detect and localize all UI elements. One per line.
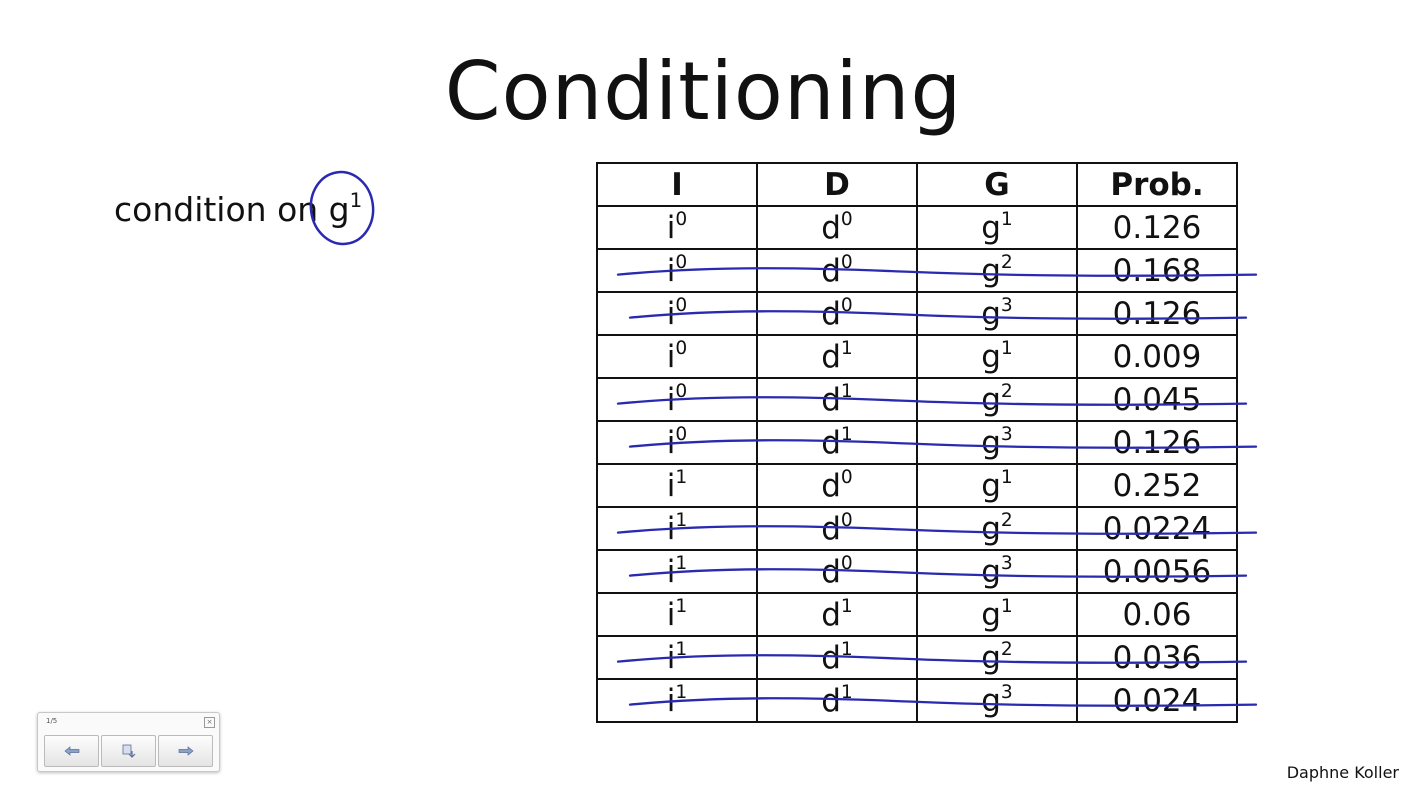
header-prob: Prob. [1076,162,1238,207]
cell-prob: 0.036 [1076,635,1238,680]
cell-g: g2 [916,377,1078,422]
cell-i: i0 [596,291,758,336]
cell-d: d0 [756,549,918,594]
cell-d: d0 [756,205,918,250]
cell-prob: 0.168 [1076,248,1238,293]
slide-player-widget: 1/5 × [37,712,220,772]
cell-i: i1 [596,592,758,637]
cell-g: g3 [916,549,1078,594]
cell-g: g1 [916,463,1078,508]
header-i: I [596,162,758,207]
cell-i: i1 [596,635,758,680]
cell-i: i0 [596,334,758,379]
cell-d: d1 [756,678,918,723]
cell-i: i0 [596,377,758,422]
cell-i: i0 [596,248,758,293]
cell-prob: 0.126 [1076,291,1238,336]
next-slide-button[interactable] [158,735,213,767]
cell-d: d0 [756,291,918,336]
table-row: i1 d1 g3 0.024 [596,678,1238,723]
cell-d: d0 [756,248,918,293]
cell-g: g3 [916,678,1078,723]
slide-title: Conditioning [444,45,963,138]
author-credit: Daphne Koller [1286,763,1399,782]
cell-prob: 0.009 [1076,334,1238,379]
cell-g: g2 [916,506,1078,551]
cell-prob: 0.0056 [1076,549,1238,594]
probability-table: I D G Prob. i0 d0 g1 0.126 i0 d0 g2 0.168 i0 d0 g3… [596,162,1238,723]
cell-g: g1 [916,592,1078,637]
cell-prob: 0.045 [1076,377,1238,422]
cell-d: d1 [756,334,918,379]
table-row: i0 d0 g1 0.126 [596,205,1238,250]
header-d: D [756,162,918,207]
cell-prob: 0.06 [1076,592,1238,637]
cell-d: d0 [756,506,918,551]
condition-note: condition on g1 [114,188,362,232]
cell-i: i1 [596,549,758,594]
cell-d: d0 [756,463,918,508]
table-row: i0 d0 g3 0.126 [596,291,1238,336]
table-header-row: I D G Prob. [596,162,1238,207]
table-row: i0 d1 g3 0.126 [596,420,1238,465]
prev-slide-button[interactable] [44,735,99,767]
cell-d: d1 [756,420,918,465]
cell-g: g1 [916,334,1078,379]
next-arrow-icon [178,746,194,756]
cell-g: g2 [916,248,1078,293]
slide-menu-icon [122,744,135,758]
table-row: i0 d1 g1 0.009 [596,334,1238,379]
cell-d: d1 [756,592,918,637]
table-row: i1 d0 g3 0.0056 [596,549,1238,594]
cell-i: i1 [596,678,758,723]
slide-counter: 1/5 [46,717,58,725]
cell-g: g3 [916,291,1078,336]
table-row: i1 d0 g2 0.0224 [596,506,1238,551]
table-row: i0 d0 g2 0.168 [596,248,1238,293]
table-row: i1 d1 g1 0.06 [596,592,1238,637]
table-row: i1 d0 g1 0.252 [596,463,1238,508]
cell-i: i0 [596,205,758,250]
cell-prob: 0.252 [1076,463,1238,508]
cell-prob: 0.024 [1076,678,1238,723]
cell-prob: 0.126 [1076,205,1238,250]
close-icon[interactable]: × [204,717,215,728]
cell-prob: 0.126 [1076,420,1238,465]
header-g: G [916,162,1078,207]
cell-i: i1 [596,463,758,508]
condition-variable: g1 [328,189,363,229]
cell-g: g3 [916,420,1078,465]
table-row: i1 d1 g2 0.036 [596,635,1238,680]
cell-i: i1 [596,506,758,551]
cell-g: g1 [916,205,1078,250]
cell-g: g2 [916,635,1078,680]
table-row: i0 d1 g2 0.045 [596,377,1238,422]
slide-menu-button[interactable] [101,735,156,767]
cell-d: d1 [756,635,918,680]
cell-d: d1 [756,377,918,422]
cell-i: i0 [596,420,758,465]
condition-text: condition on [114,190,329,229]
prev-arrow-icon [63,746,79,756]
cell-prob: 0.0224 [1076,506,1238,551]
